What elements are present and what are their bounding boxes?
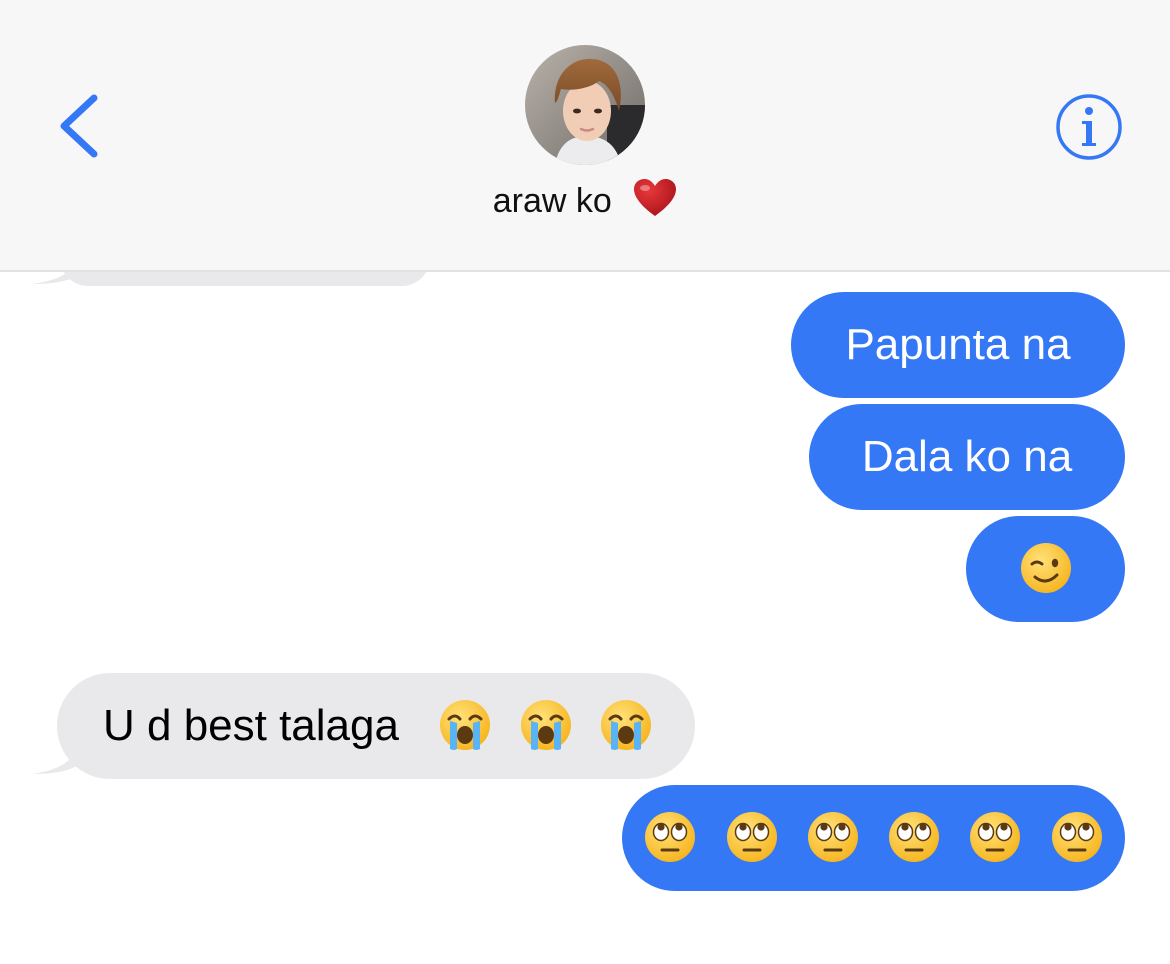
loudly-crying-face-icon [598,697,654,753]
conversation-header: araw ko [0,0,1170,272]
info-button[interactable] [1055,93,1123,161]
face-with-rolling-eyes-icon [805,809,861,865]
face-with-rolling-eyes-icon [724,809,780,865]
message-text: U d best talaga [103,701,399,750]
loudly-crying-face-icon [437,697,493,753]
face-with-rolling-eyes-icon [886,809,942,865]
back-button[interactable] [46,86,116,166]
info-circle-icon [1056,94,1122,160]
message-bubble-outgoing[interactable]: Papunta na [791,292,1125,398]
messages-screen: araw ko Papunta na Dala ko na U d best t… [0,0,1170,964]
message-bubble-outgoing[interactable] [966,516,1125,622]
contact-name[interactable]: araw ko [0,178,1170,227]
loudly-crying-face-icon [518,697,574,753]
message-text: Papunta na [845,320,1071,369]
face-with-rolling-eyes-icon [642,809,698,865]
winking-face-icon [1018,540,1074,596]
avatar-photo [525,45,645,165]
message-bubble-incoming[interactable]: U d best talaga [57,673,695,779]
red-heart-icon [633,178,677,227]
contact-avatar[interactable] [525,45,645,165]
message-text: Dala ko na [861,432,1073,481]
message-bubble-outgoing[interactable] [622,785,1125,891]
chevron-left-icon [60,94,98,158]
message-bubble-outgoing[interactable]: Dala ko na [809,404,1125,510]
face-with-rolling-eyes-icon [1049,809,1105,865]
contact-name-text: araw ko [492,182,612,220]
face-with-rolling-eyes-icon [967,809,1023,865]
